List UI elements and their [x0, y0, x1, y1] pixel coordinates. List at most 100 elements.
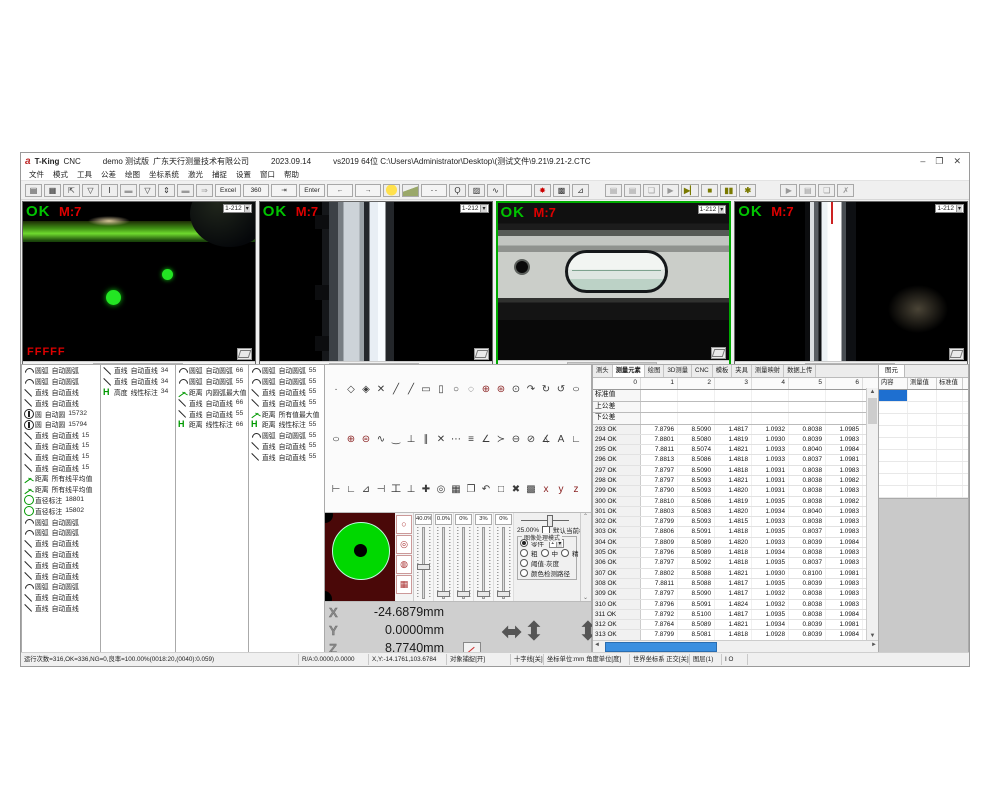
element-row[interactable]	[879, 390, 968, 402]
wrench-button[interactable]: ✗	[837, 184, 854, 197]
table-row[interactable]: 295 OK7.88118.50741.48211.09330.80401.09…	[593, 445, 878, 455]
camera-zoom-select[interactable]: 1-212▾	[223, 204, 252, 213]
table-row[interactable]: 313 OK7.87998.50811.48181.09280.80391.09…	[593, 630, 878, 640]
table-row[interactable]: 298 OK7.87978.50931.48211.09310.80381.09…	[593, 476, 878, 486]
table-tab[interactable]: 数据上传	[784, 365, 816, 377]
rect-v-tool-icon[interactable]: ▯	[434, 383, 448, 397]
angle-ref-tool-icon[interactable]: ∟	[569, 433, 583, 447]
list-item[interactable]: 直线自动直线55	[249, 397, 324, 408]
slider-thumb[interactable]	[497, 591, 510, 597]
play-gray-button[interactable]: ▶	[662, 184, 679, 197]
light-slider-1[interactable]: 40.0%	[414, 513, 434, 601]
list-item[interactable]: 直线自动直线55	[249, 441, 324, 452]
maximize-button[interactable]: ❐	[935, 156, 943, 167]
list-item[interactable]: 直线自动直线34	[101, 376, 175, 387]
stage-up-button[interactable]: ⇕	[158, 184, 175, 197]
list-item[interactable]: 直线自动直线15	[22, 462, 100, 473]
play-to-end-button[interactable]: ▶▏	[681, 184, 699, 197]
list-item[interactable]: 距离所有线平均值	[22, 484, 100, 495]
menu-item[interactable]: 文件	[29, 169, 44, 180]
list-item[interactable]: 直线自动直线55	[249, 451, 324, 462]
vertex-tool-icon[interactable]: ≻	[494, 433, 508, 447]
chart-button[interactable]: ⊿	[572, 184, 589, 197]
list-item[interactable]: 直线自动直线	[22, 387, 100, 398]
table-row[interactable]: 311 OK7.87928.51001.48171.09350.80381.09…	[593, 610, 878, 620]
table-row[interactable]: 302 OK7.87998.50931.48151.09330.80381.09…	[593, 517, 878, 527]
play-2-button[interactable]: ▶	[780, 184, 797, 197]
circle-center-tool-icon[interactable]: ⊙	[509, 383, 523, 397]
slider-track[interactable]	[496, 527, 511, 599]
list-item[interactable]: 圆弧自动圆弧	[22, 527, 100, 538]
list-item[interactable]: 直线自动直线	[22, 397, 100, 408]
list-item[interactable]: 直线自动直线	[22, 592, 100, 603]
slider-thumb[interactable]	[477, 591, 490, 597]
tab-element[interactable]: 图元	[879, 365, 905, 377]
terrain-button[interactable]: ◣	[402, 184, 419, 197]
arrow-right-button[interactable]: →	[355, 184, 381, 197]
plane-tool-icon[interactable]: ◇	[344, 383, 358, 397]
slider-track[interactable]	[436, 527, 451, 599]
list-item[interactable]: 圆弧自动圆弧55	[249, 365, 324, 376]
nav-tool-button[interactable]: ⇒	[196, 184, 213, 197]
height-dim-tool-icon[interactable]: ⊣	[374, 483, 388, 497]
open-2-button[interactable]: ❏	[818, 184, 835, 197]
list-item[interactable]: 距离内圆弧最大值	[176, 387, 248, 398]
center-point-tool-icon[interactable]: ✚	[419, 483, 433, 497]
table-row[interactable]: 312 OK7.87648.50891.48211.09340.80391.09…	[593, 620, 878, 630]
table-tab[interactable]: 绘图	[645, 365, 665, 377]
table-horizontal-scrollbar[interactable]: ◄ ►	[593, 640, 878, 652]
ring-grid-button[interactable]: ▦	[396, 575, 412, 594]
circle-in-tool-icon[interactable]: ⊘	[524, 433, 538, 447]
list-item[interactable]: 直线自动直线55	[176, 408, 248, 419]
text-tool-icon[interactable]: A	[554, 433, 568, 447]
light-tool-button[interactable]: ▽	[139, 184, 156, 197]
angle-tool-icon[interactable]: ∠	[479, 433, 493, 447]
stage-tool-button[interactable]: ▬	[177, 184, 194, 197]
multi-line-tool-icon[interactable]: ≡	[464, 433, 478, 447]
blank-button[interactable]	[506, 184, 532, 197]
circle-scan-tool-icon[interactable]: ⊕	[479, 383, 493, 397]
open-button[interactable]: ▦	[44, 184, 61, 197]
save-button[interactable]: ▤	[25, 184, 42, 197]
circle-grid2-tool-icon[interactable]: ⊜	[359, 433, 373, 447]
table-vertical-scrollbar[interactable]: ▲ ▼	[866, 388, 878, 641]
excel-export-button[interactable]: Excel	[215, 184, 241, 197]
list-item[interactable]: 距离所有值最大值	[249, 408, 324, 419]
table-fixed-row[interactable]: 标准值	[593, 390, 878, 402]
menu-item[interactable]: 模式	[53, 169, 68, 180]
table-tab[interactable]: 测头	[593, 365, 613, 377]
hatch-pattern-button[interactable]: ▨	[468, 184, 485, 197]
line-tool-icon[interactable]: ╱	[389, 383, 403, 397]
table-row[interactable]: 301 OK7.88038.50831.48201.09340.80401.09…	[593, 507, 878, 517]
list-item[interactable]: 直径标注15802	[22, 505, 100, 516]
light-slider-2[interactable]: 0.0%	[434, 513, 454, 601]
plane-fit-tool-icon[interactable]: ◈	[359, 383, 373, 397]
cross-point-tool-icon[interactable]: ✕	[434, 433, 448, 447]
point-tool-icon[interactable]: ·	[329, 383, 343, 397]
arc-tool-icon[interactable]: ↷	[524, 383, 538, 397]
list-item[interactable]: 直线自动直线55	[249, 387, 324, 398]
menu-item[interactable]: 激光	[188, 169, 203, 180]
menu-item[interactable]: 捕捉	[212, 169, 227, 180]
level-radio[interactable]	[561, 549, 569, 557]
light-slider-4[interactable]: 3%	[474, 513, 494, 601]
element-row[interactable]	[879, 462, 968, 474]
qr-code-button[interactable]: ▩	[553, 184, 570, 197]
camera-view-2[interactable]: OK M:7 1-212▾	[259, 201, 493, 371]
slider-track[interactable]	[416, 527, 431, 599]
angle-dim-tool-icon[interactable]: ∟	[344, 483, 358, 497]
list-item[interactable]: 距离线性标注55	[249, 419, 324, 430]
laser-star-button[interactable]: ✸	[534, 184, 551, 197]
table-tab[interactable]: 模板	[713, 365, 733, 377]
circle-out-tool-icon[interactable]: ⊖	[509, 433, 523, 447]
view-cube-icon[interactable]	[949, 348, 964, 360]
list-item[interactable]: 距离所有线平均值	[22, 473, 100, 484]
list-item[interactable]: 圆弧自动圆弧66	[176, 365, 248, 376]
element-row[interactable]	[879, 474, 968, 486]
options-scrollbar[interactable]	[580, 513, 591, 601]
list-item[interactable]: 直线自动直线	[22, 549, 100, 560]
table-row[interactable]: 293 OK7.87968.50901.48171.09320.80381.09…	[593, 425, 878, 435]
element-row[interactable]	[879, 438, 968, 450]
level-radio[interactable]	[541, 549, 549, 557]
menu-item[interactable]: 公差	[101, 169, 116, 180]
